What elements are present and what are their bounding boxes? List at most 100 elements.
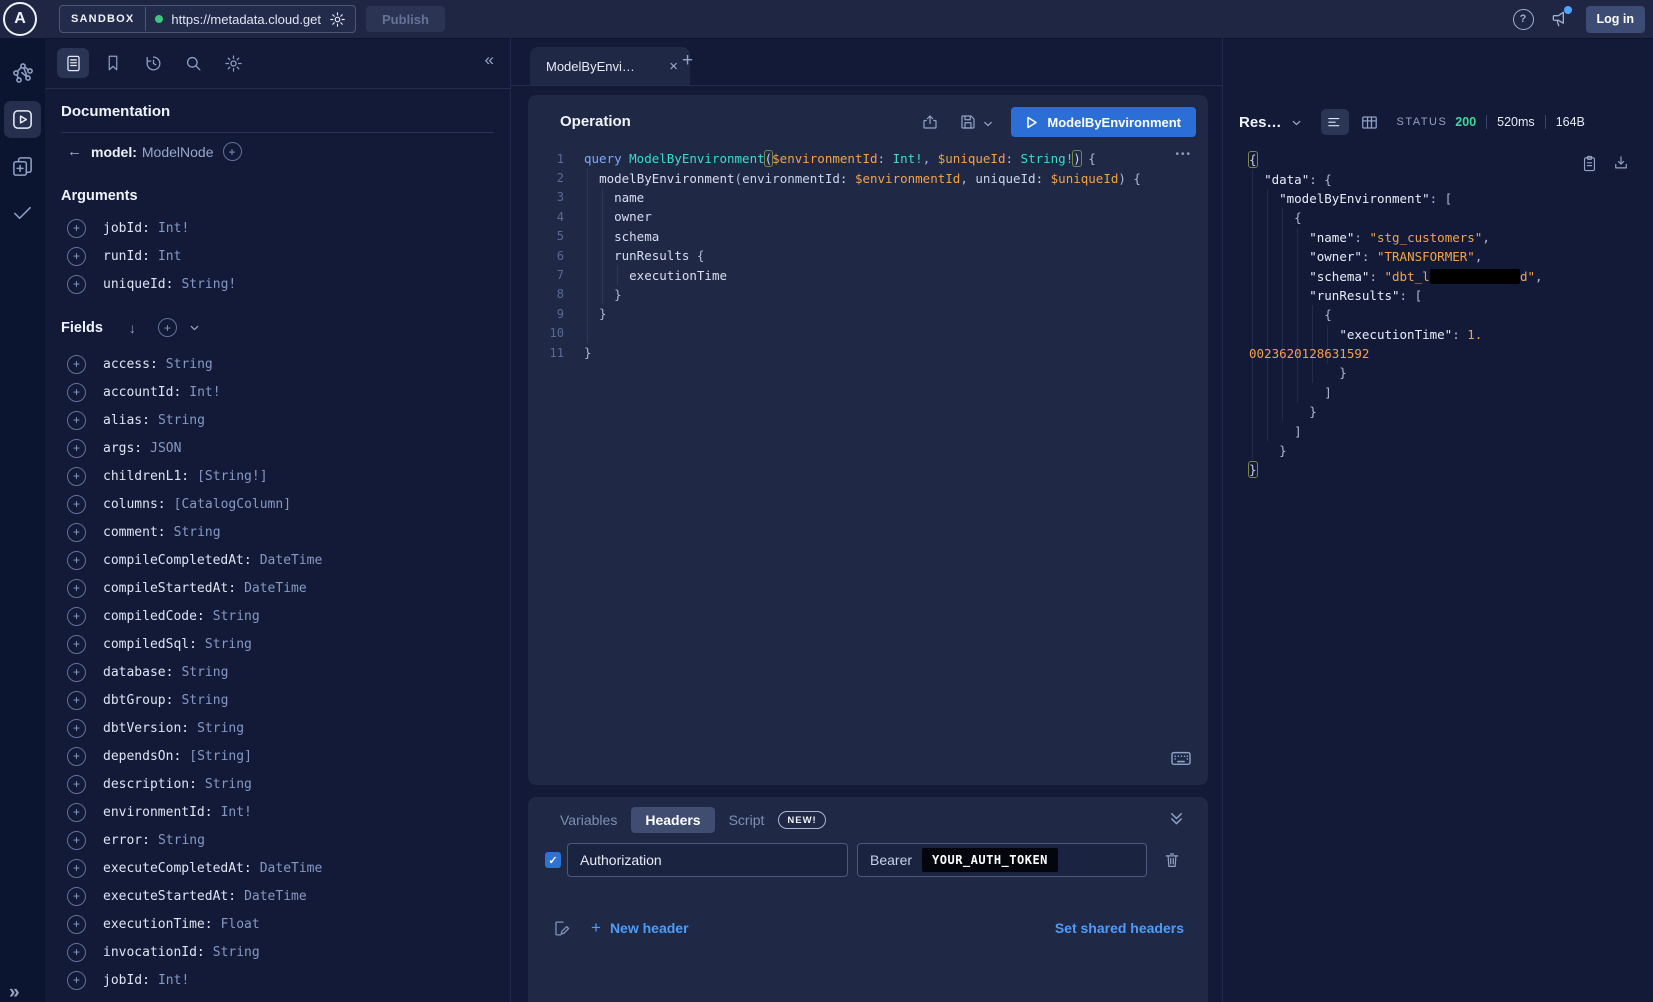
tab-variables[interactable]: Variables [560,812,617,828]
code-line[interactable]: "name": "stg_customers", [1249,228,1543,247]
add-to-query-icon[interactable]: + [67,467,86,486]
save-menu-chevron-icon[interactable] [983,120,993,128]
add-to-query-icon[interactable]: + [67,247,86,266]
collapse-docs-icon[interactable]: « [485,50,494,70]
keyboard-shortcuts-icon[interactable] [1170,749,1192,767]
header-enabled-checkbox[interactable]: ✓ [545,852,561,868]
code-line[interactable]: "schema": "dbt_l d", [1249,266,1543,285]
field-name[interactable]: executionTime: [103,917,213,932]
field-name[interactable]: childrenL1: [103,469,189,484]
explorer-icon[interactable] [4,101,41,138]
add-to-query-icon[interactable]: + [67,579,86,598]
add-to-query-icon[interactable]: + [67,859,86,878]
schema-field-row[interactable]: +dbtVersion:String [45,714,510,742]
field-name[interactable]: comment: [103,525,166,540]
field-name[interactable]: access: [103,357,158,372]
code-line[interactable]: "modelByEnvironment": [ [1249,189,1543,208]
schema-field-row[interactable]: +access:String [45,350,510,378]
field-name[interactable]: jobId: [103,221,150,236]
bookmark-icon[interactable] [97,48,129,78]
schema-field-row[interactable]: +database:String [45,658,510,686]
add-to-query-icon[interactable]: + [67,971,86,990]
editor-more-icon[interactable]: ••• [1175,149,1192,160]
field-name[interactable]: runId: [103,249,150,264]
code-line[interactable]: 10 [542,324,1141,343]
field-name[interactable]: dbtVersion: [103,721,189,736]
field-type[interactable]: String [158,833,205,848]
field-name[interactable]: invocationId: [103,945,205,960]
schema-field-row[interactable]: +jobId:Int! [45,966,510,994]
field-name[interactable]: uniqueId: [103,277,173,292]
code-line[interactable]: { [1249,305,1543,324]
code-line[interactable]: } [1249,460,1543,479]
field-type[interactable]: String [197,721,244,736]
field-type[interactable]: JSON [150,441,181,456]
add-to-query-icon[interactable]: + [67,831,86,850]
add-to-query-icon[interactable]: + [67,607,86,626]
code-line[interactable]: 7 executionTime [542,265,1141,284]
add-to-query-icon[interactable]: + [67,887,86,906]
field-name[interactable]: dependsOn: [103,749,181,764]
add-to-query-icon[interactable]: + [67,495,86,514]
response-json[interactable]: { "data": { "modelByEnvironment": [ { "n… [1249,150,1543,480]
endpoint-settings-icon[interactable] [329,11,346,28]
tab-headers[interactable]: Headers [631,807,714,833]
code-line[interactable]: "runResults": [ [1249,286,1543,305]
environment-variables-icon[interactable] [552,919,571,938]
add-to-query-icon[interactable]: + [67,275,86,294]
code-line[interactable]: 2 modelByEnvironment(environmentId: $env… [542,168,1141,187]
add-to-query-icon[interactable]: + [67,803,86,822]
field-name[interactable]: accountId: [103,385,181,400]
code-line[interactable]: 3 name [542,188,1141,207]
documentation-icon[interactable] [57,48,89,78]
code-line[interactable]: 1query ModelByEnvironment($environmentId… [542,149,1141,168]
auth-token-value[interactable]: YOUR_AUTH_TOKEN [922,848,1058,872]
code-line[interactable]: 9 } [542,304,1141,323]
code-line[interactable]: 8 } [542,285,1141,304]
field-name[interactable]: environmentId: [103,805,213,820]
schema-field-row[interactable]: +invocationId:String [45,938,510,966]
schema-field-row[interactable]: +dependsOn:[String] [45,742,510,770]
code-line[interactable]: ] [1249,421,1543,440]
field-type[interactable]: Int! [189,385,220,400]
code-line[interactable]: "executionTime": 1. [1249,325,1543,344]
field-type[interactable]: [String!] [197,469,267,484]
table-view-icon[interactable] [1360,113,1379,132]
field-type[interactable]: Float [221,917,260,932]
field-name[interactable]: compileCompletedAt: [103,553,252,568]
field-name[interactable]: dbtGroup: [103,693,173,708]
field-name[interactable]: compiledSql: [103,637,197,652]
add-to-query-icon[interactable]: + [67,523,86,542]
login-button[interactable]: Log in [1586,6,1646,33]
add-to-query-icon[interactable]: + [67,775,86,794]
add-to-query-icon[interactable]: + [67,355,86,374]
schema-field-row[interactable]: +compileStartedAt:DateTime [45,574,510,602]
field-name[interactable]: description: [103,777,197,792]
back-arrow-icon[interactable]: ← [67,143,82,160]
schema-field-row[interactable]: +columns:[CatalogColumn] [45,490,510,518]
operation-editor[interactable]: 1query ModelByEnvironment($environmentId… [542,149,1141,362]
field-type[interactable]: [String] [189,749,252,764]
field-name[interactable]: executeCompletedAt: [103,861,252,876]
code-line[interactable]: 6 runResults { [542,246,1141,265]
code-line[interactable]: 4 owner [542,207,1141,226]
announcements-icon[interactable] [1550,9,1570,29]
delete-header-icon[interactable] [1163,851,1181,869]
field-type[interactable]: Int! [221,805,252,820]
set-shared-headers-link[interactable]: Set shared headers [1055,920,1184,936]
field-type[interactable]: DateTime [260,861,323,876]
search-icon[interactable] [177,48,209,78]
tab-script[interactable]: Script [729,812,765,828]
add-to-query-icon[interactable]: + [67,691,86,710]
run-operation-button[interactable]: ModelByEnvironment [1011,107,1196,137]
schema-field-row[interactable]: +compiledCode:String [45,602,510,630]
new-header-button[interactable]: + New header [591,918,689,938]
code-line[interactable]: 11} [542,343,1141,362]
breadcrumb-type[interactable]: ModelNode [142,144,214,160]
add-all-fields-icon[interactable]: + [158,318,177,337]
schema-field-row[interactable]: +alias:String [45,406,510,434]
add-to-query-icon[interactable]: + [67,551,86,570]
field-name[interactable]: columns: [103,497,166,512]
code-line[interactable]: } [1249,441,1543,460]
schema-field-row[interactable]: +compiledSql:String [45,630,510,658]
